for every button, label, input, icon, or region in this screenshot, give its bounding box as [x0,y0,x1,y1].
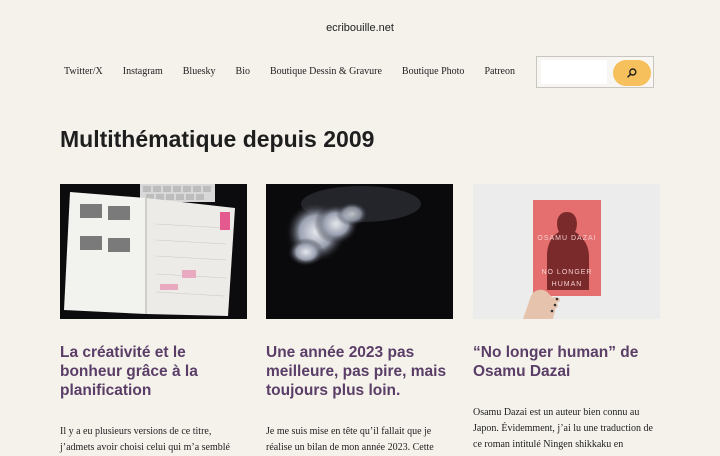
post-title-link[interactable]: La créativité et le bonheur grâce à la p… [60,344,198,399]
nav-item-bluesky[interactable]: Bluesky [183,66,216,77]
book-title-line2: HUMAN [552,281,583,288]
nav-item-patreon[interactable]: Patreon [484,66,515,77]
nav-item-instagram[interactable]: Instagram [123,66,163,77]
post-excerpt: Je me suis mise en tête qu’il fallait qu… [266,426,434,453]
main-navigation: Twitter/X Instagram Bluesky Bio Boutique… [64,66,535,77]
search-icon [627,68,637,78]
book-title-line1: NO LONGER [541,269,592,276]
cloud-dark-sky-image[interactable] [266,184,453,319]
search-form [536,56,654,88]
book-cover-image[interactable]: OSAMU DAZAI NO LONGER HUMAN [473,184,660,319]
nav-item-boutique-dessin[interactable]: Boutique Dessin & Gravure [270,66,382,77]
post-card: Une année 2023 pas meilleure, pas pire, … [266,184,453,456]
search-button[interactable] [613,60,651,86]
nav-item-boutique-photo[interactable]: Boutique Photo [402,66,465,77]
post-excerpt: Il y a eu plusieurs versions de ce titre… [60,426,230,453]
post-card: OSAMU DAZAI NO LONGER HUMAN “No longer h… [473,184,660,453]
page-title: Multithématique depuis 2009 [60,126,375,152]
post-title-link[interactable]: Une année 2023 pas meilleure, pas pire, … [266,344,446,399]
notebook-planner-image[interactable] [60,184,247,319]
post-card: La créativité et le bonheur grâce à la p… [60,184,247,456]
nav-item-twitter[interactable]: Twitter/X [64,66,103,77]
book-author-text: OSAMU DAZAI [537,235,596,242]
search-input[interactable] [541,60,607,84]
post-title-link[interactable]: “No longer human” de Osamu Dazai [473,344,638,380]
post-excerpt: Osamu Dazai est un auteur bien connu au … [473,407,653,450]
nav-item-bio[interactable]: Bio [236,66,250,77]
site-title[interactable]: ecribouille.net [0,22,720,34]
